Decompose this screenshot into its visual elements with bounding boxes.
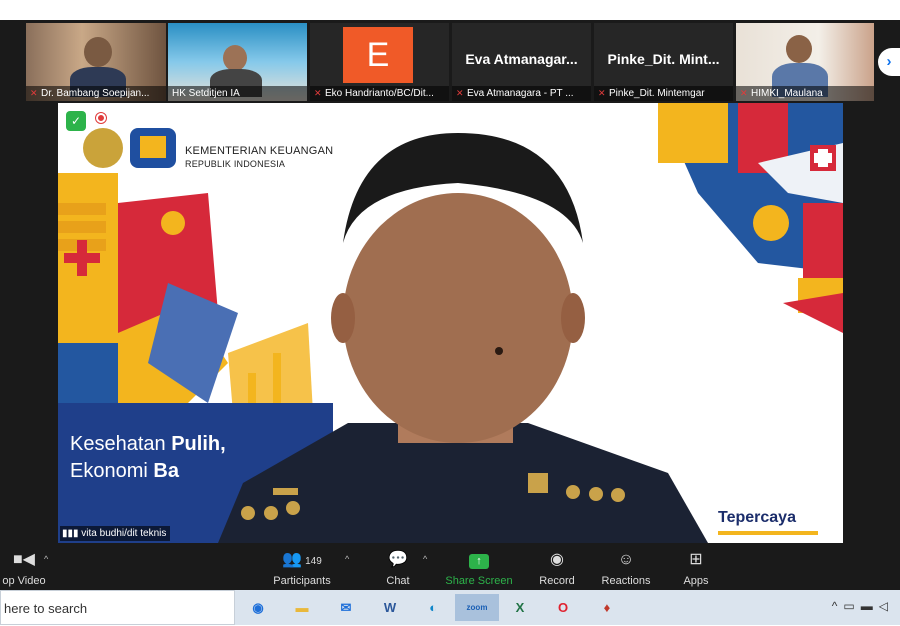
participants-count: 149: [305, 556, 322, 567]
reactions-label: Reactions: [601, 575, 651, 587]
search-input[interactable]: here to search: [0, 590, 235, 625]
participant-name: ✕ Eva Atmanagara - PT ...: [452, 86, 591, 101]
org-line-2: REPUBLIK INDONESIA: [185, 159, 286, 169]
reactions-button[interactable]: ☺ Reactions: [598, 550, 654, 587]
participant-tile[interactable]: ✕ HIMKI_Maulana: [736, 23, 874, 101]
participants-icon: 👥 149: [282, 551, 322, 568]
recording-indicator-icon: [96, 113, 106, 123]
participant-name: HK Setditjen IA: [168, 86, 307, 101]
mic-muted-icon: ✕: [314, 88, 322, 98]
game-icon[interactable]: ♦: [590, 594, 624, 621]
edge-legacy-icon[interactable]: ◉: [241, 594, 275, 621]
slogan-bold-text: Ba: [153, 460, 179, 482]
participant-name-text: Pinke_Dit. Mintemgar: [609, 88, 705, 99]
smiley-icon: ☺: [617, 551, 635, 568]
participants-button[interactable]: 👥 149 Participants: [270, 550, 334, 587]
chevron-up-icon[interactable]: ^: [832, 599, 844, 613]
speaker-icon[interactable]: ◁: [879, 599, 894, 613]
participant-name-text: Eva Atmanagara - PT ...: [467, 88, 574, 99]
chat-button[interactable]: 💬 Chat: [380, 550, 416, 587]
edge-icon[interactable]: ◐: [416, 594, 450, 621]
participant-tile[interactable]: E ✕ Eko Handrianto/BC/Dit...: [310, 23, 449, 101]
slogan-bold-text: Pulih,: [171, 433, 226, 455]
network-icon[interactable]: ▭: [843, 599, 860, 613]
windows-taskbar: here to search ◉ ▬ ✉ W ◐ zoom X O ♦ ^▭▬◁: [0, 590, 900, 625]
chat-label: Chat: [386, 575, 410, 587]
participants-label: Participants: [273, 575, 331, 587]
participant-name: ✕ Eko Handrianto/BC/Dit...: [310, 86, 449, 101]
window-top-edge: [0, 0, 900, 20]
participant-name-text: HK Setditjen IA: [172, 88, 240, 99]
speaker-name-text: vita budhi/dit teknis: [81, 528, 167, 539]
participant-head: [223, 45, 247, 71]
participant-head: [786, 35, 812, 63]
chevron-up-icon[interactable]: ^: [345, 554, 349, 564]
mail-icon[interactable]: ✉: [329, 594, 363, 621]
slide-slogan: Kesehatan Pulih, Ekonomi Ba: [70, 431, 226, 485]
participant-display-name: Eva Atmanagar...: [465, 51, 578, 67]
participant-name: ✕ Dr. Bambang Soepijan...: [26, 86, 166, 101]
excel-icon[interactable]: X: [503, 594, 537, 621]
meeting-toolbar: ■◀ op Video ^ 👥 149 Participants ^ 💬 Chat…: [0, 544, 900, 590]
video-camera-icon: ■◀: [13, 551, 35, 568]
org-line-1: KEMENTERIAN KEUANGAN: [185, 145, 334, 157]
participant-name-text: Eko Handrianto/BC/Dit...: [325, 88, 434, 99]
chevron-up-icon[interactable]: ^: [423, 554, 427, 564]
battery-icon[interactable]: ▬: [861, 599, 879, 613]
share-screen-label: Share Screen: [445, 575, 513, 587]
word-icon[interactable]: W: [373, 594, 407, 621]
zoom-meeting-window: ✕ Dr. Bambang Soepijan... HK Setditjen IA…: [0, 0, 900, 590]
share-screen-button[interactable]: ↑ Share Screen: [445, 550, 513, 587]
mic-muted-icon: ✕: [740, 88, 748, 98]
participant-tile[interactable]: Pinke_Dit. Mint... ✕ Pinke_Dit. Mintemgar: [594, 23, 733, 101]
stop-video-label: op Video: [2, 575, 46, 587]
apps-label: Apps: [683, 575, 709, 587]
speaker-name-label: ▮▮▮ vita budhi/dit teknis: [60, 526, 171, 541]
slide-right-word: Tepercaya: [718, 509, 796, 526]
mic-muted-icon: ✕: [598, 88, 606, 98]
apps-icon: ⊞: [689, 551, 703, 568]
share-screen-icon: ↑: [445, 550, 513, 570]
speaker-video: ✓ KEMENTERIAN KEUANGAN REPUBLIK INDONESI…: [58, 103, 843, 543]
slogan-text: Kesehatan: [70, 433, 172, 455]
participant-display-name: Pinke_Dit. Mint...: [607, 51, 720, 67]
shield-check-icon[interactable]: ✓: [66, 111, 86, 131]
participant-name-text: Dr. Bambang Soepijan...: [41, 88, 150, 99]
record-icon: ◉: [550, 551, 564, 568]
mic-muted-icon: ✕: [30, 88, 38, 98]
chevron-up-icon[interactable]: ^: [44, 554, 48, 564]
opera-icon[interactable]: O: [546, 594, 580, 621]
apps-button[interactable]: ⊞ Apps: [676, 550, 716, 587]
avatar: E: [343, 27, 413, 83]
participant-tile[interactable]: Eva Atmanagar... ✕ Eva Atmanagara - PT ..…: [452, 23, 591, 101]
slogan-text: Ekonomi: [70, 460, 154, 482]
slide-org-name: KEMENTERIAN KEUANGAN REPUBLIK INDONESIA: [185, 145, 333, 171]
mic-muted-icon: ✕: [456, 88, 464, 98]
file-explorer-icon[interactable]: ▬: [285, 594, 319, 621]
participant-name: ✕ Pinke_Dit. Mintemgar: [594, 86, 733, 101]
participant-tile[interactable]: ✕ Dr. Bambang Soepijan...: [26, 23, 166, 101]
stop-video-button[interactable]: ■◀ op Video: [0, 550, 48, 587]
search-placeholder: here to search: [4, 601, 88, 616]
participant-head: [84, 37, 112, 67]
record-button[interactable]: ◉ Record: [533, 550, 581, 587]
participant-tile[interactable]: HK Setditjen IA: [168, 23, 307, 101]
participant-name-text: HIMKI_Maulana: [751, 88, 823, 99]
participant-name: ✕ HIMKI_Maulana: [736, 86, 874, 101]
chevron-right-icon[interactable]: ›: [878, 48, 900, 76]
signal-bars-icon: ▮▮▮: [62, 528, 82, 539]
system-tray: ^▭▬◁: [832, 599, 894, 613]
record-label: Record: [539, 575, 575, 587]
chat-bubble-icon: 💬: [388, 551, 408, 568]
zoom-icon[interactable]: zoom: [455, 594, 499, 621]
